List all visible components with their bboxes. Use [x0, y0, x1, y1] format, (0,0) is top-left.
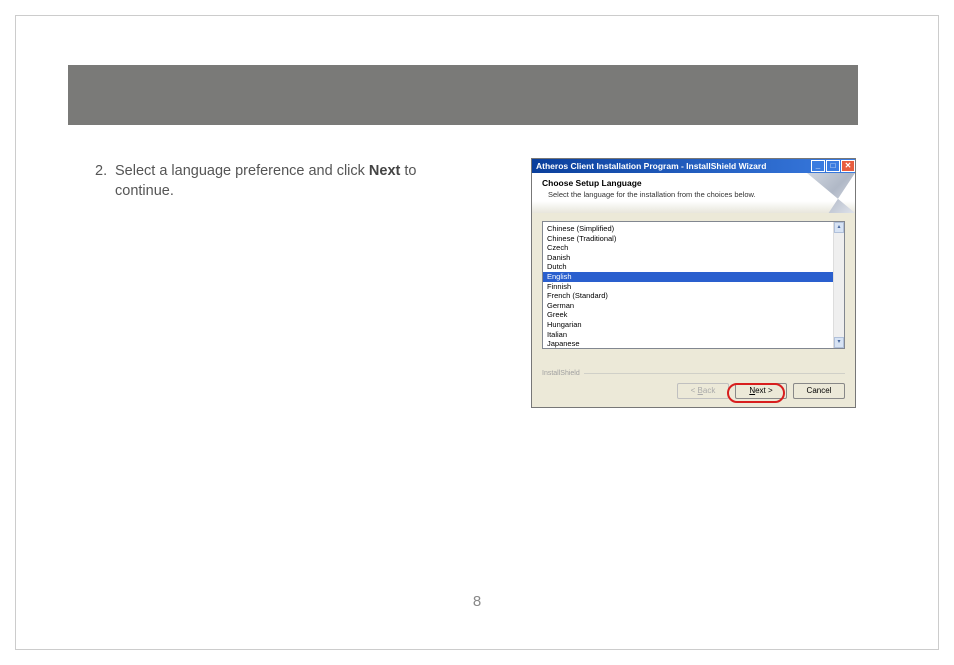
next-button[interactable]: Next >: [735, 383, 787, 399]
scroll-track[interactable]: [834, 233, 844, 337]
banner-subtitle: Select the language for the installation…: [548, 190, 845, 199]
instruction-step: 2. Select a language preference and clic…: [95, 162, 455, 201]
cancel-button[interactable]: Cancel: [793, 383, 845, 399]
language-option[interactable]: Danish: [543, 253, 833, 263]
language-option[interactable]: French (Standard): [543, 291, 833, 301]
language-option[interactable]: Italian: [543, 330, 833, 340]
close-button[interactable]: ✕: [841, 160, 855, 172]
header-banner: [68, 65, 858, 125]
footer-divider: InstallShield: [542, 370, 845, 377]
language-option[interactable]: Hungarian: [543, 320, 833, 330]
language-option[interactable]: Chinese (Simplified): [543, 224, 833, 234]
installshield-brand: InstallShield: [542, 370, 580, 377]
language-option[interactable]: Greek: [543, 310, 833, 320]
minimize-button[interactable]: _: [811, 160, 825, 172]
installshield-wizard-window: Atheros Client Installation Program - In…: [531, 158, 856, 408]
listbox-scrollbar[interactable]: ▴ ▾: [833, 222, 844, 348]
titlebar[interactable]: Atheros Client Installation Program - In…: [532, 159, 855, 173]
language-items-container: Chinese (Simplified)Chinese (Traditional…: [543, 222, 833, 348]
maximize-button[interactable]: □: [826, 160, 840, 172]
step-text-bold: Next: [369, 163, 400, 179]
banner-title: Choose Setup Language: [542, 178, 845, 188]
back-button: < Back: [677, 383, 729, 399]
step-text-before: Select a language preference and click: [115, 163, 369, 179]
language-option[interactable]: German: [543, 301, 833, 311]
wizard-banner: Choose Setup Language Select the languag…: [532, 173, 855, 213]
language-option[interactable]: Japanese: [543, 339, 833, 349]
window-title: Atheros Client Installation Program - In…: [536, 161, 766, 171]
language-option[interactable]: Dutch: [543, 262, 833, 272]
language-option[interactable]: English: [543, 272, 833, 282]
wizard-button-row: < Back Next > Cancel: [532, 377, 855, 407]
step-text: Select a language preference and click N…: [115, 162, 455, 201]
scroll-down-button[interactable]: ▾: [834, 337, 844, 348]
scroll-up-button[interactable]: ▴: [834, 222, 844, 233]
language-option[interactable]: Czech: [543, 243, 833, 253]
language-option[interactable]: Finnish: [543, 282, 833, 292]
page-number: 8: [0, 593, 954, 610]
language-option[interactable]: Chinese (Traditional): [543, 234, 833, 244]
language-listbox[interactable]: Chinese (Simplified)Chinese (Traditional…: [542, 221, 845, 349]
step-number: 2.: [95, 162, 115, 201]
